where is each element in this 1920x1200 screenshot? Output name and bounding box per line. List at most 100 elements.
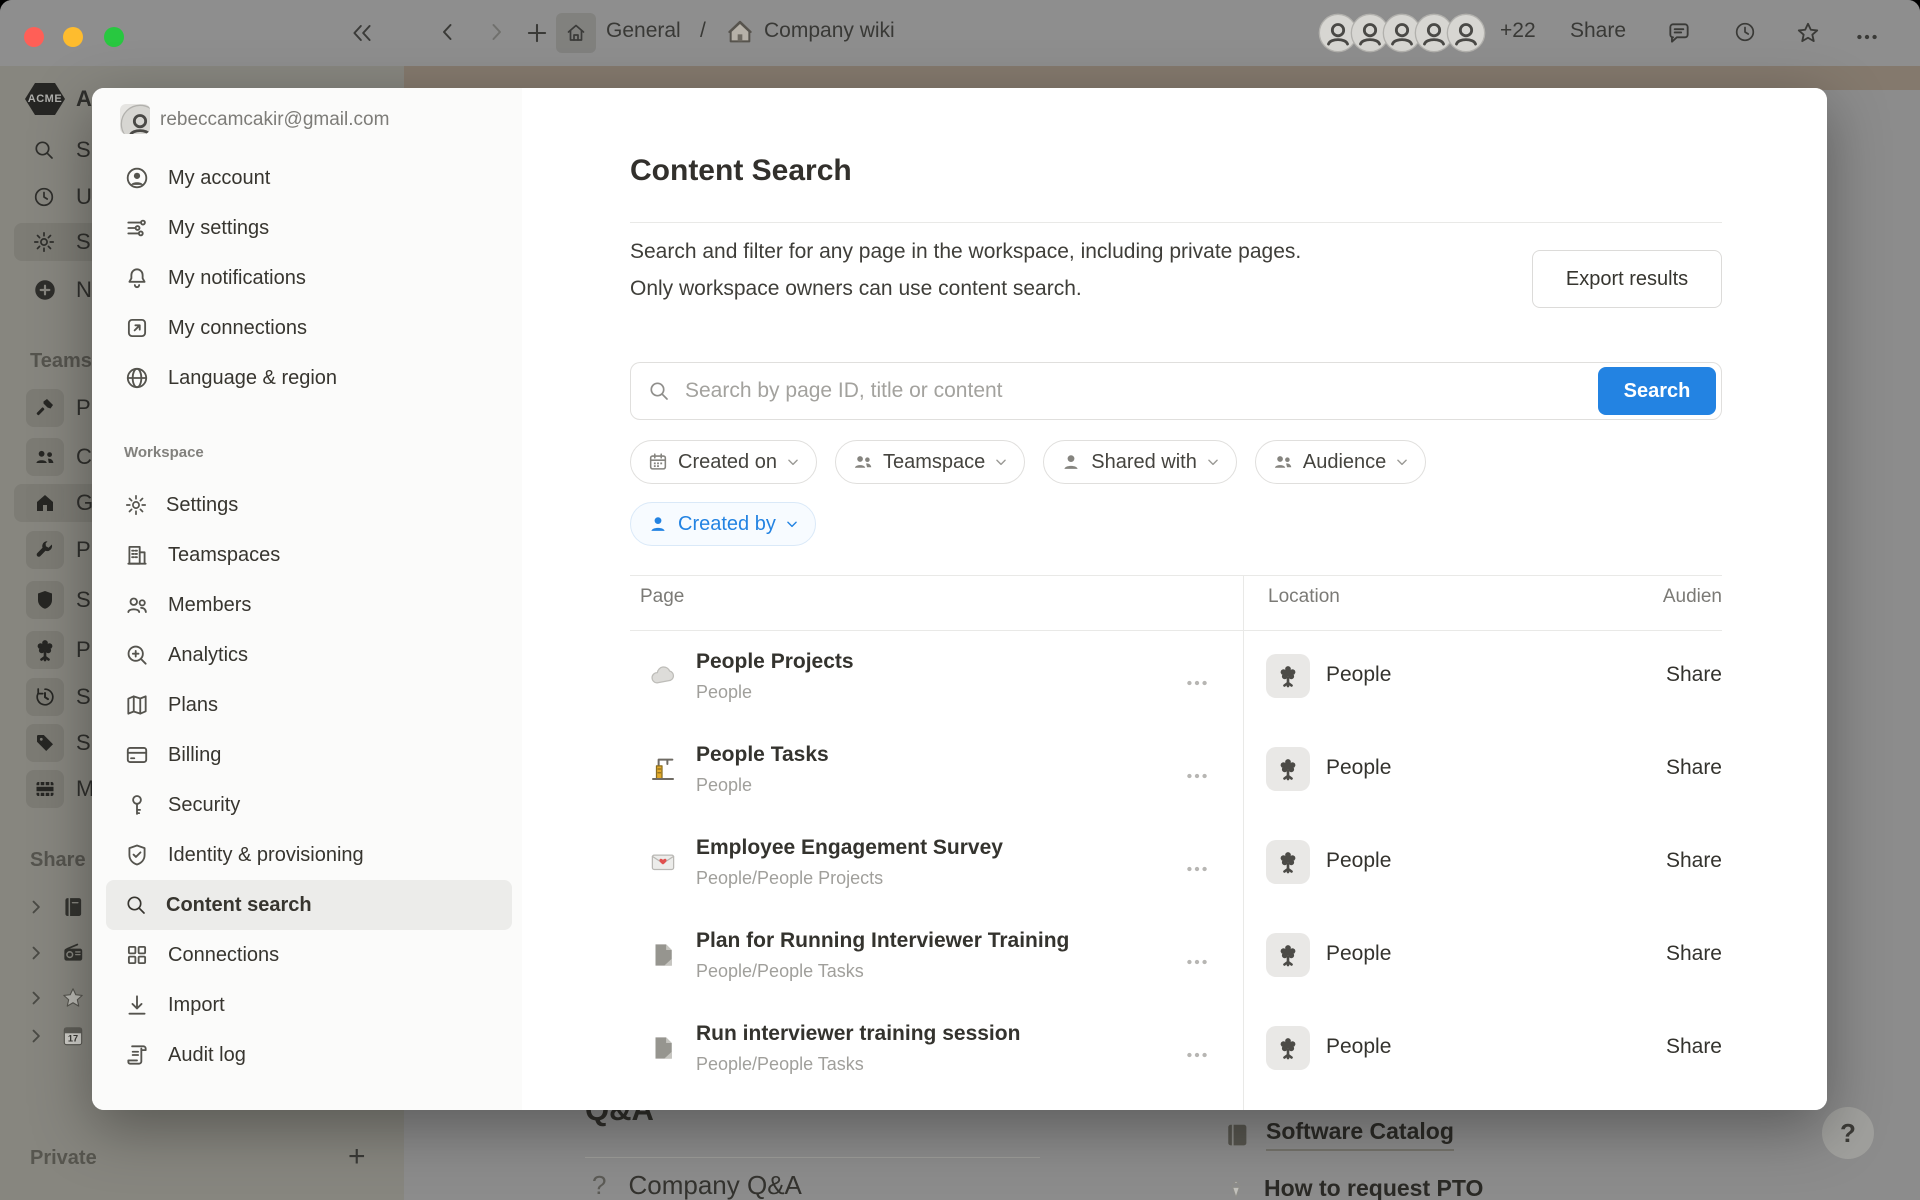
column-header-audience: Audien [1663, 586, 1722, 608]
analytics-icon [124, 642, 150, 668]
search-icon [647, 379, 671, 403]
people-icon [26, 438, 64, 476]
divider [630, 222, 1722, 223]
table-row[interactable]: People Tasks People People Share [522, 723, 1827, 816]
search-icon [124, 893, 148, 917]
menu-item-content-search[interactable]: Content search [106, 880, 512, 930]
row-menu-button[interactable] [1184, 763, 1210, 789]
traffic-close-button[interactable] [24, 27, 44, 47]
breadcrumb-home-icon [556, 13, 596, 53]
menu-item-import[interactable]: Import [106, 980, 512, 1030]
table-row[interactable]: Run interviewer training session People/… [522, 1002, 1827, 1095]
workspace-section-header: Workspace [124, 444, 204, 461]
history-icon [26, 678, 64, 716]
menu-item-settings[interactable]: Settings [106, 480, 512, 530]
hammer-icon [26, 389, 64, 427]
private-add-button: + [348, 1140, 366, 1174]
menu-item-connections[interactable]: Connections [106, 930, 512, 980]
help-button: ? [1822, 1107, 1874, 1159]
traffic-minimize-button[interactable] [63, 27, 83, 47]
menu-item-members[interactable]: Members [106, 580, 512, 630]
calendar-icon: 17 [60, 1023, 86, 1049]
wrench-icon [26, 531, 64, 569]
forward-icon [484, 20, 508, 44]
window-topbar: General / Company wiki +22 Share [0, 0, 1920, 66]
calendar-icon [647, 451, 669, 473]
import-icon [124, 992, 150, 1018]
softserve-icon [1222, 1174, 1250, 1200]
flower-icon [26, 631, 64, 669]
background-pto-link: How to request PTO [1222, 1174, 1483, 1200]
row-menu-button[interactable] [1184, 670, 1210, 696]
page-emoji-house-icon [726, 18, 754, 46]
menu-item-language-region[interactable]: Language & region [106, 353, 512, 403]
search-input[interactable] [683, 363, 1581, 419]
chevron-right-icon [26, 1026, 46, 1046]
menu-item-analytics[interactable]: Analytics [106, 630, 512, 680]
question-icon: ? [592, 1170, 606, 1200]
column-header-page: Page [640, 586, 684, 608]
table-row[interactable]: Plan for Running Interviewer Training Pe… [522, 909, 1827, 1002]
building-icon [124, 542, 150, 568]
description-line-1: Search and filter for any page in the wo… [630, 240, 1301, 264]
cloud-emoji-icon [648, 661, 678, 691]
search-button[interactable]: Search [1598, 367, 1716, 415]
shared-section-header: Share [30, 849, 86, 872]
avatar-overflow-count: +22 [1500, 19, 1536, 43]
menu-item-security[interactable]: Security [106, 780, 512, 830]
menu-item-plans[interactable]: Plans [106, 680, 512, 730]
home-icon [26, 484, 64, 522]
sliders-icon [124, 215, 150, 241]
menu-item-my-notifications[interactable]: My notifications [106, 253, 512, 303]
row-menu-button[interactable] [1184, 856, 1210, 882]
table-top-divider [630, 575, 1722, 576]
crane-emoji-icon [648, 754, 678, 784]
private-section-header: Private [30, 1147, 97, 1170]
table-row[interactable]: People Projects People People Share [522, 630, 1827, 723]
avatar [1446, 13, 1486, 53]
map-icon [124, 692, 150, 718]
description-line-2: Only workspace owners can use content se… [630, 277, 1082, 301]
filter-created-on[interactable]: Created on [630, 440, 817, 484]
menu-item-audit-log[interactable]: Audit log [106, 1030, 512, 1080]
menu-item-my-connections[interactable]: My connections [106, 303, 512, 353]
menu-item-my-account[interactable]: My account [106, 153, 512, 203]
table-row[interactable]: Employee Engagement Survey People/People… [522, 816, 1827, 909]
radio-icon [60, 940, 86, 966]
comments-icon [1666, 20, 1692, 46]
teamspace-flower-icon [1266, 933, 1310, 977]
export-results-button[interactable]: Export results [1532, 250, 1722, 308]
filter-audience[interactable]: Audience [1255, 440, 1426, 484]
menu-item-billing[interactable]: Billing [106, 730, 512, 780]
menu-item-teamspaces[interactable]: Teamspaces [106, 530, 512, 580]
chevron-right-icon [26, 988, 46, 1008]
back-icon [436, 20, 460, 44]
search-bar: Search [630, 362, 1722, 420]
clock-icon [32, 185, 56, 209]
menu-item-identity-provisioning[interactable]: Identity & provisioning [106, 830, 512, 880]
traffic-zoom-button[interactable] [104, 27, 124, 47]
acme-logo: ACME [25, 83, 65, 115]
arrow-square-icon [124, 315, 150, 341]
sidebar-collapse-icon [348, 19, 376, 47]
chevron-down-icon [1395, 455, 1409, 469]
shield-icon [26, 581, 64, 619]
menu-item-my-settings[interactable]: My settings [106, 203, 512, 253]
notion-window: General / Company wiki +22 Share ACME A … [0, 0, 1920, 1200]
row-menu-button[interactable] [1184, 949, 1210, 975]
people-icon [1272, 451, 1294, 473]
settings-menu-panel: rebeccamcakir@gmail.com My account My se… [92, 88, 522, 1110]
chevron-down-icon [1206, 455, 1220, 469]
teams-section-header: Teams [30, 350, 92, 373]
row-menu-button[interactable] [1184, 1042, 1210, 1068]
chevron-down-icon [994, 455, 1008, 469]
filter-shared-with[interactable]: Shared with [1043, 440, 1237, 484]
person-icon [1060, 451, 1082, 473]
filter-created-by-active[interactable]: Created by [630, 502, 816, 546]
account-menu-list: My account My settings My notifications … [92, 153, 522, 403]
filter-teamspace[interactable]: Teamspace [835, 440, 1025, 484]
chevron-down-icon [785, 517, 799, 531]
more-options-icon [1854, 24, 1880, 50]
active-filter-chip-row: Created by [630, 502, 816, 546]
love-letter-emoji-icon [648, 847, 678, 877]
